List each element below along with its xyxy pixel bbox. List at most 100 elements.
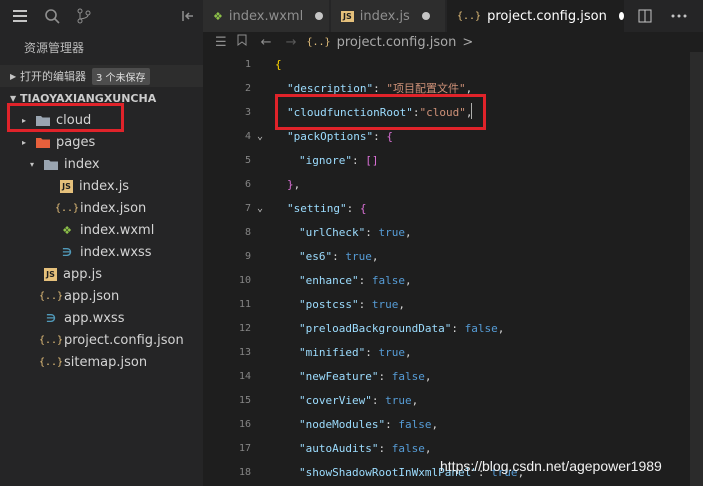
line-number: 14 xyxy=(238,370,251,382)
tree-item-label: pages xyxy=(56,134,96,150)
wxss-icon: ∋ xyxy=(46,311,56,325)
watermark: https://blog.csdn.net/agepower1989 xyxy=(440,458,662,474)
breadcrumb: ☰ ← → {..} project.config.json > xyxy=(203,32,703,52)
line-number: 1 xyxy=(244,58,251,70)
fold-icon[interactable]: ⌄ xyxy=(257,131,263,142)
chevron-right-icon: ▸ xyxy=(22,137,27,147)
explorer-sidebar: 资源管理器 ▶ 打开的编辑器 3 个未保存 ▼ TIAOYAXIANGXUNCH… xyxy=(0,0,203,486)
folder-icon xyxy=(34,134,52,150)
chevron-down-icon: ▼ xyxy=(10,93,17,103)
tree-item-index-wxml[interactable]: ❖ index.wxml xyxy=(0,219,203,241)
code-text: "urlCheck": true, xyxy=(299,225,412,239)
tree-item-index-wxss[interactable]: ∋ index.wxss xyxy=(0,241,203,263)
tree-item-label: project.config.json xyxy=(64,332,184,348)
line-number: 11 xyxy=(238,298,251,310)
forward-arrow-icon[interactable]: → xyxy=(286,35,297,50)
code-text: "newFeature": false, xyxy=(299,369,432,383)
bookmark-icon[interactable] xyxy=(237,34,247,50)
source-control-icon[interactable] xyxy=(74,6,94,26)
code-line[interactable]: 12 "preloadBackgroundData": false, xyxy=(203,316,703,340)
code-line[interactable]: 13 "minified": true, xyxy=(203,340,703,364)
line-number: 17 xyxy=(238,442,251,454)
code-text: { xyxy=(275,57,282,71)
tab-index-js[interactable]: JS index.js xyxy=(331,0,446,32)
unsaved-dot-icon[interactable] xyxy=(421,12,430,20)
breadcrumb-file[interactable]: project.config.json xyxy=(337,35,457,50)
chevron-right-icon: ▶ xyxy=(10,71,17,81)
fold-icon[interactable]: ⌄ xyxy=(257,203,263,214)
tree-item-index-js[interactable]: JS index.js xyxy=(0,175,203,197)
tree-item-label: app.json xyxy=(64,288,120,304)
tree-item-sitemap-json[interactable]: {..} sitemap.json xyxy=(0,351,203,373)
code-text: "packOptions": { xyxy=(287,129,393,143)
tab-project-config-json[interactable]: {..} project.config.json xyxy=(447,0,625,32)
list-icon[interactable]: ☰ xyxy=(215,35,227,50)
split-editor-icon[interactable] xyxy=(635,6,655,26)
breadcrumb-separator: > xyxy=(462,34,474,50)
unsaved-dot-icon[interactable] xyxy=(618,12,624,20)
open-editors-label: 打开的编辑器 xyxy=(20,70,86,83)
json-icon: {..} xyxy=(457,10,482,22)
tab-label: project.config.json xyxy=(487,8,607,24)
tree-item-app-js[interactable]: JS app.js xyxy=(0,263,203,285)
back-arrow-icon[interactable]: ← xyxy=(261,35,272,50)
tree-item-label: app.wxss xyxy=(64,310,125,326)
code-line[interactable]: 14 "newFeature": false, xyxy=(203,364,703,388)
vertical-scrollbar[interactable] xyxy=(690,52,703,486)
highlight-box-cloud-folder xyxy=(7,103,124,132)
tree-item-project-config-json[interactable]: {..} project.config.json xyxy=(0,329,203,351)
code-line[interactable]: 16 "nodeModules": false, xyxy=(203,412,703,436)
code-line[interactable]: 8 "urlCheck": true, xyxy=(203,220,703,244)
code-line[interactable]: 7 ⌄ "setting": { xyxy=(203,196,703,220)
line-number: 13 xyxy=(238,346,251,358)
tree-item-app-json[interactable]: {..} app.json xyxy=(0,285,203,307)
code-text: "coverView": true, xyxy=(299,393,419,407)
code-line[interactable]: 5 "ignore": [] xyxy=(203,148,703,172)
tab-label: index.js xyxy=(359,8,410,24)
open-editors-section[interactable]: ▶ 打开的编辑器 3 个未保存 xyxy=(0,65,203,87)
tab-bar: ❖ index.wxml JS index.js {..} project.co… xyxy=(203,0,703,32)
folder-icon xyxy=(42,156,60,172)
explorer-title: 资源管理器 xyxy=(24,41,85,55)
tab-label: index.wxml xyxy=(228,8,304,24)
wxss-icon: ∋ xyxy=(62,245,72,259)
tree-item-index-json[interactable]: {..} index.json xyxy=(0,197,203,219)
tree-item-index[interactable]: ▾ index xyxy=(0,153,203,175)
line-number: 2 xyxy=(244,82,251,94)
tree-item-label: index.wxss xyxy=(80,244,152,260)
tab-index-wxml[interactable]: ❖ index.wxml xyxy=(203,0,330,32)
highlight-box-cloudfunctionroot xyxy=(275,94,486,130)
tree-item-pages[interactable]: ▸ pages xyxy=(0,131,203,153)
json-icon: {..} xyxy=(38,356,64,368)
code-line[interactable]: 17 "autoAudits": false, xyxy=(203,436,703,460)
explorer-icon[interactable] xyxy=(10,6,30,26)
code-line[interactable]: 15 "coverView": true, xyxy=(203,388,703,412)
json-icon: {..} xyxy=(38,290,64,302)
code-line[interactable]: 6}, xyxy=(203,172,703,196)
search-icon[interactable] xyxy=(42,6,62,26)
code-line[interactable]: 9 "es6": true, xyxy=(203,244,703,268)
json-icon: {..} xyxy=(54,202,80,214)
unsaved-badge: 3 个未保存 xyxy=(92,67,150,85)
tree-item-app-wxss[interactable]: ∋ app.wxss xyxy=(0,307,203,329)
code-text: "postcss": true, xyxy=(299,297,405,311)
tree-item-label: index.json xyxy=(80,200,147,216)
collapse-sidebar-icon[interactable] xyxy=(178,6,198,26)
code-text: }, xyxy=(287,177,301,191)
line-number: 9 xyxy=(244,250,251,262)
json-icon: {..} xyxy=(38,334,64,346)
js-icon: JS xyxy=(44,267,57,281)
js-icon: JS xyxy=(341,10,354,22)
activity-bar xyxy=(0,0,203,32)
tree-item-label: index xyxy=(64,156,100,172)
code-text: "nodeModules": false, xyxy=(299,417,439,431)
unsaved-dot-icon[interactable] xyxy=(315,12,324,20)
line-number: 12 xyxy=(238,322,251,334)
tree-item-label: sitemap.json xyxy=(64,354,148,370)
code-text: "ignore": [] xyxy=(299,153,379,167)
more-actions-icon[interactable] xyxy=(669,6,689,26)
code-line[interactable]: 10 "enhance": false, xyxy=(203,268,703,292)
code-line[interactable]: 1{ xyxy=(203,52,703,76)
code-line[interactable]: 11 "postcss": true, xyxy=(203,292,703,316)
line-number: 10 xyxy=(238,274,251,286)
